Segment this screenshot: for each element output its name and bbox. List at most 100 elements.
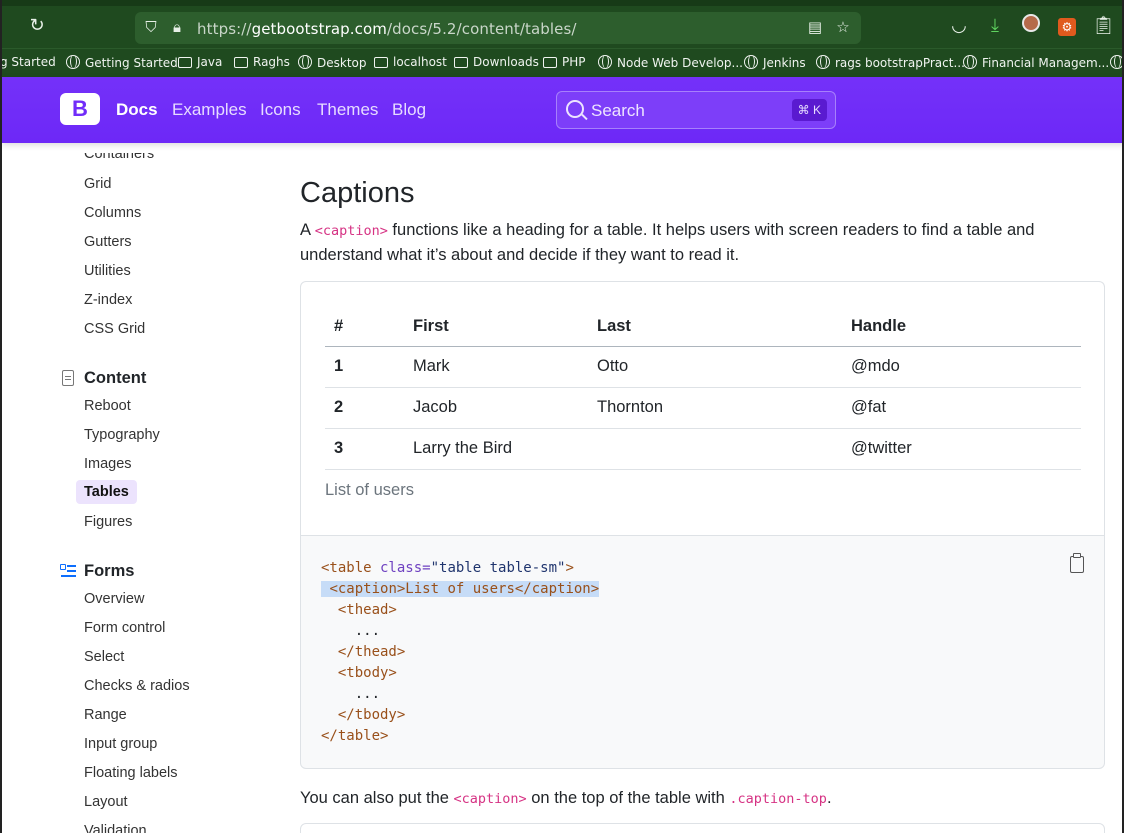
sidebar-item-validation[interactable]: Validation xyxy=(84,823,147,833)
bookmark-item[interactable]: Node Web Develop... xyxy=(598,55,743,70)
folder-icon xyxy=(454,57,468,68)
table-row: 2 Jacob Thornton @fat xyxy=(325,387,1081,429)
sidebar-item-figures[interactable]: Figures xyxy=(84,514,132,530)
clipboard-icon[interactable] xyxy=(1070,553,1084,573)
sidebar-item-reboot[interactable]: Reboot xyxy=(84,398,131,414)
bookmarks-bar: g Started Getting Started Java Raghs Des… xyxy=(2,48,1122,77)
sidebar-item-typography[interactable]: Typography xyxy=(84,427,160,443)
globe-icon xyxy=(744,55,758,69)
search-button[interactable]: Search ⌘ K xyxy=(556,91,836,129)
sidebar-item-tables[interactable]: Tables xyxy=(76,480,137,504)
browser-window: ↻ ⛉ 🔒︎ https://getbootstrap.com/docs/5.2… xyxy=(0,0,1124,833)
bookmark-item[interactable]: rags bootstrapPract... xyxy=(816,55,965,70)
table-header-row: # First Last Handle xyxy=(325,308,1081,347)
bookmark-item[interactable]: Financial Managem... xyxy=(963,55,1109,70)
nav-link-icons[interactable]: Icons xyxy=(260,100,301,120)
bookmark-item[interactable]: g Started xyxy=(2,55,56,69)
folder-icon xyxy=(374,57,388,68)
table-caption: List of users xyxy=(325,480,414,499)
sidebar-item-checks-radios[interactable]: Checks & radios xyxy=(84,678,190,694)
tab-strip-edge xyxy=(2,0,1122,6)
bookmark-item[interactable]: localhost xyxy=(374,55,447,69)
bootstrap-logo[interactable]: B xyxy=(60,93,100,125)
globe-icon xyxy=(298,55,312,69)
search-placeholder: Search xyxy=(591,101,645,120)
docs-sidebar: Containers Grid Columns Gutters Utilitie… xyxy=(2,143,262,833)
folder-icon xyxy=(543,57,557,68)
reader-view-icon[interactable]: ▤ xyxy=(805,18,825,38)
reload-icon[interactable]: ↻ xyxy=(26,14,48,36)
table-cell: Thornton xyxy=(588,387,842,429)
nav-link-docs[interactable]: Docs xyxy=(116,100,158,120)
folder-icon xyxy=(178,57,192,68)
intro-paragraph: A <caption> functions like a heading for… xyxy=(300,221,1035,264)
globe-icon xyxy=(1110,55,1122,69)
sidebar-item-input-group[interactable]: Input group xyxy=(84,736,157,752)
bookmark-item[interactable] xyxy=(1110,55,1122,70)
sidebar-item-grid[interactable]: Grid xyxy=(84,176,111,192)
bookmark-item[interactable]: Java xyxy=(178,55,222,69)
bookmark-item[interactable]: PHP xyxy=(543,55,586,69)
column-header: Last xyxy=(588,308,842,347)
table-cell: Otto xyxy=(588,346,842,388)
table-cell: 2 xyxy=(325,387,404,429)
sidebar-item-overview[interactable]: Overview xyxy=(84,591,144,607)
search-icon xyxy=(566,100,584,118)
table-example: List of users # First Last Handle 1 Mark… xyxy=(300,281,1105,535)
url-text[interactable]: https://getbootstrap.com/docs/5.2/conten… xyxy=(197,20,577,38)
globe-icon xyxy=(816,55,830,69)
bookmark-item[interactable]: Raghs xyxy=(234,55,290,69)
sidebar-item-layout[interactable]: Layout xyxy=(84,794,128,810)
caption-top-paragraph: You can also put the <caption> on the to… xyxy=(300,789,832,807)
table-cell xyxy=(588,428,842,470)
table-cell: 3 xyxy=(325,428,404,470)
code-block[interactable]: <table class="table table-sm"> <caption>… xyxy=(321,558,600,747)
bookmark-item[interactable]: Desktop xyxy=(298,55,367,70)
lock-icon[interactable]: 🔒︎ xyxy=(167,18,187,38)
sidebar-item-gutters[interactable]: Gutters xyxy=(84,234,132,250)
bookmark-item[interactable]: Jenkins xyxy=(744,55,806,70)
sidebar-heading-forms: Forms xyxy=(84,562,135,580)
bookmark-star-icon[interactable]: ☆ xyxy=(833,18,853,38)
address-bar[interactable]: ⛉ 🔒︎ https://getbootstrap.com/docs/5.2/c… xyxy=(135,12,861,44)
nav-link-themes[interactable]: Themes xyxy=(317,100,378,120)
browser-toolbar: ↻ ⛉ 🔒︎ https://getbootstrap.com/docs/5.2… xyxy=(2,0,1122,48)
sidebar-item-form-control[interactable]: Form control xyxy=(84,620,165,636)
nav-link-examples[interactable]: Examples xyxy=(172,100,247,120)
sidebar-item-range[interactable]: Range xyxy=(84,707,127,723)
document-icon xyxy=(62,370,74,386)
code-snippet: <table class="table table-sm"> <caption>… xyxy=(300,535,1105,769)
sidebar-item-z-index[interactable]: Z-index xyxy=(84,292,132,308)
globe-icon xyxy=(963,55,977,69)
download-icon[interactable]: ⤓ xyxy=(984,14,1006,36)
shield-icon[interactable]: ⛉ xyxy=(141,18,161,38)
sidebar-item-images[interactable]: Images xyxy=(84,456,132,472)
bookmark-item[interactable]: Getting Started xyxy=(66,55,178,70)
bookmark-item[interactable]: Downloads xyxy=(454,55,539,69)
table-cell: 1 xyxy=(325,346,404,388)
table-row: 1 Mark Otto @mdo xyxy=(325,346,1081,388)
extension-icon[interactable]: ⚙ xyxy=(1056,14,1078,36)
sidebar-item-utilities[interactable]: Utilities xyxy=(84,263,131,279)
sidebar-item-columns[interactable]: Columns xyxy=(84,205,141,221)
users-table: List of users # First Last Handle 1 Mark… xyxy=(325,308,1081,500)
sidebar-item-floating-labels[interactable]: Floating labels xyxy=(84,765,178,781)
sidebar-item-select[interactable]: Select xyxy=(84,649,124,665)
nav-link-blog[interactable]: Blog xyxy=(392,100,426,120)
pocket-icon[interactable]: ◡ xyxy=(948,14,970,36)
avatar[interactable] xyxy=(1020,14,1042,36)
list-check-icon xyxy=(60,563,76,579)
globe-icon xyxy=(598,55,612,69)
table-cell: @twitter xyxy=(842,428,1081,470)
table-cell: @fat xyxy=(842,387,1081,429)
inline-code: .caption-top xyxy=(729,791,827,807)
column-header: Handle xyxy=(842,308,1081,347)
inline-code: <caption> xyxy=(453,791,527,807)
sidebar-item-containers[interactable]: Containers xyxy=(84,153,154,162)
sidebar-item-css-grid[interactable]: CSS Grid xyxy=(84,321,145,337)
docs-main: Captions A <caption> functions like a he… xyxy=(300,143,1106,833)
globe-icon xyxy=(66,55,80,69)
clipboard-icon[interactable]: 📋︎ xyxy=(1092,14,1115,36)
sidebar-heading-content: Content xyxy=(84,369,147,387)
site-navbar: B Docs Examples Icons Themes Blog Search… xyxy=(2,77,1122,143)
